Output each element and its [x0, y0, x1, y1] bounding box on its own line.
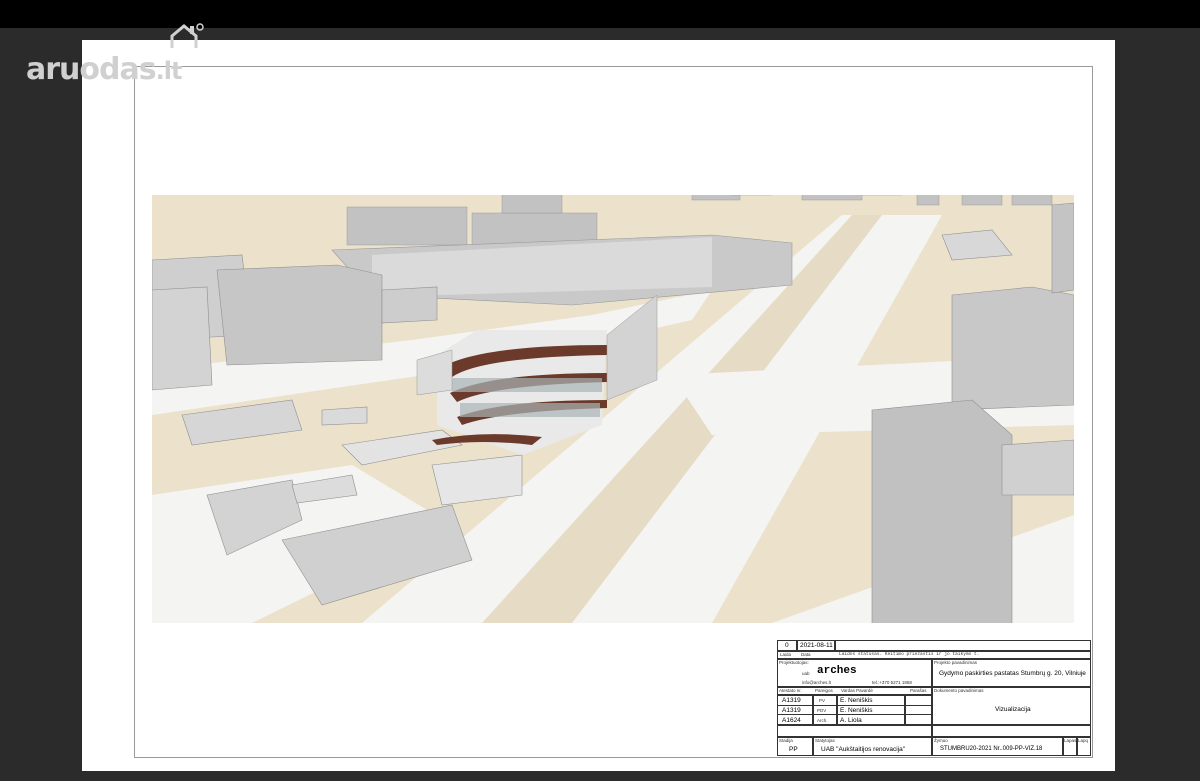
designer-label: Projektuotojas:: [779, 660, 809, 665]
staff-cert-header: Atestato nr.: [779, 688, 802, 693]
designer-phone: tel.:+370 5271 1858: [872, 680, 912, 685]
staff-role: PV: [819, 698, 826, 703]
staff-name: E. Neniškis: [840, 697, 873, 704]
drawing-sheet: 0 2021-08-11 Laida Data Laidos statusas.…: [82, 40, 1115, 771]
aruodas-watermark: aruodas.lt: [26, 52, 183, 87]
document-title: Vizualizacija: [995, 706, 1031, 713]
staff-role-header: Pareigos: [815, 688, 833, 693]
title-block: 0 2021-08-11 Laida Data Laidos statusas.…: [777, 640, 1091, 756]
revision-date-header: Data: [801, 652, 811, 657]
site-visualization: [152, 195, 1074, 623]
client-value: UAB "Aukštaitijos renovacija": [821, 746, 906, 753]
staff-cert: A1319: [782, 697, 801, 704]
house-icon: [170, 23, 204, 48]
staff-role: Arch.: [817, 718, 828, 723]
staff-name: A. Liola: [840, 717, 862, 724]
revision-date: 2021-08-11: [800, 642, 833, 649]
watermark-tld: .lt: [155, 57, 183, 85]
document-title-label: Dokumento pavadinimas: [934, 688, 984, 693]
revision-number: 0: [785, 642, 789, 649]
project-title: Gydymo paskirties pastatas Stumbrų g. 20…: [939, 670, 1086, 677]
staff-name: E. Neniškis: [840, 707, 873, 714]
staff-name-header: Vardas Pavardė: [841, 688, 873, 693]
code-label: Žymuo: [934, 738, 948, 743]
designer-logo: arches: [817, 665, 857, 677]
designer-prefix: uab: [802, 671, 810, 676]
revision-description: Laidos statusas. Keitimo priežastis ir j…: [839, 652, 980, 657]
watermark-brand: aruodas: [26, 52, 157, 87]
sheet-label: Lapas: [1064, 738, 1077, 743]
client-label: Statytojas: [815, 738, 835, 743]
stage-value: PP: [789, 746, 798, 753]
stage-label: Stadija: [779, 738, 793, 743]
revision-no-header: Laida: [780, 652, 792, 657]
staff-cert: A1624: [782, 717, 801, 724]
sheets-label: Lapų: [1078, 738, 1089, 743]
staff-sign-header: Parašas: [910, 688, 927, 693]
project-title-label: Projekto pavadinimas: [934, 660, 978, 665]
designer-email: info@arches.lt: [802, 680, 831, 685]
drawing-code: STUMBRU20-2021 Nr..009-PP-VIZ.18: [940, 746, 1043, 752]
staff-role: PDV: [817, 708, 827, 713]
staff-cert: A1319: [782, 707, 801, 714]
